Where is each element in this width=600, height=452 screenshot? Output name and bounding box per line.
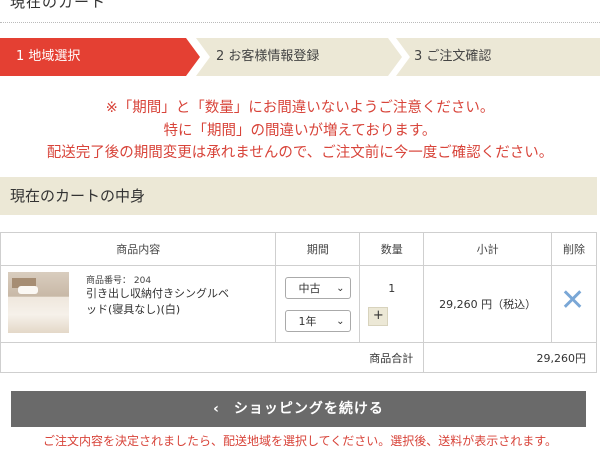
- total-label: 商品合計: [0, 342, 425, 373]
- chevron-down-icon: ⌄: [336, 283, 345, 294]
- period-select-value: 1年: [298, 315, 317, 328]
- item-cell: 商品番号： 204 引き出し収納付きシングルベッド(寝具なし)(白): [0, 265, 277, 343]
- column-header-delete: 削除: [551, 232, 597, 266]
- warning-line-2: 特に「期間」の間違いが増えております。: [163, 123, 437, 139]
- delete-cell: ✕: [551, 265, 597, 343]
- quantity-value: 1: [388, 282, 396, 295]
- subtotal-cell: 29,260 円（税込）: [423, 265, 553, 343]
- quantity-increase-button[interactable]: +: [368, 307, 389, 326]
- total-row: 商品合計 29,260円: [0, 342, 597, 373]
- condition-select[interactable]: 中古 ⌄: [285, 277, 352, 299]
- item-name-link[interactable]: 引き出し収納付きシングルベッド(寝具なし)(白): [86, 286, 236, 318]
- item-number: 商品番号： 204: [86, 276, 152, 286]
- checkout-steps: 1 地域選択 2 お客様情報登録 3 ご注文確認: [0, 38, 600, 76]
- cart-heading: 現在のカートの中身: [0, 177, 597, 215]
- quantity-cell: 1 +: [359, 265, 425, 343]
- table-row: 商品番号： 204 引き出し収納付きシングルベッド(寝具なし)(白) 中古 ⌄ …: [0, 265, 597, 343]
- column-header-subtotal: 小計: [423, 232, 553, 266]
- column-header-quantity: 数量: [359, 232, 425, 266]
- total-value: 29,260円: [423, 342, 597, 373]
- continue-shopping-button[interactable]: ‹ ショッピングを続ける: [11, 391, 586, 427]
- warning-line-3: 配送完了後の期間変更は承れませんので、ご注文前に今一度ご確認ください。: [46, 145, 554, 161]
- shipping-note: ご注文内容を決定されましたら、配送地域を選択してください。選択後、送料が表示され…: [42, 434, 558, 448]
- column-header-item: 商品内容: [0, 232, 277, 266]
- cart-table: 商品内容 期間 数量 小計 削除 商品番号： 204 引き出し収納付きシングルベ…: [0, 232, 597, 373]
- period-cell: 中古 ⌄ 1年 ⌄: [275, 265, 361, 343]
- product-thumbnail[interactable]: [8, 272, 69, 333]
- step-region-select[interactable]: 1 地域選択: [0, 38, 200, 76]
- bed-pillow-shape: [18, 286, 38, 294]
- period-select[interactable]: 1年 ⌄: [285, 310, 352, 332]
- delete-icon[interactable]: ✕: [560, 286, 585, 316]
- chevron-down-icon: ⌄: [336, 316, 345, 327]
- step-customer-info[interactable]: 2 お客様情報登録: [196, 38, 402, 76]
- condition-select-value: 中古: [298, 282, 321, 295]
- step-order-confirm[interactable]: 3 ご注文確認: [396, 38, 600, 76]
- cart-header-row: 商品内容 期間 数量 小計 削除: [0, 232, 597, 266]
- page-title: 現在のカート: [10, 0, 107, 11]
- page-header: 現在のカート: [0, 0, 600, 23]
- warning-line-1: ※「期間」と「数量」にお間違いないようご注意ください。: [105, 100, 495, 116]
- column-header-period: 期間: [275, 232, 361, 266]
- chevron-left-icon: ‹: [213, 401, 220, 417]
- continue-shopping-label: ショッピングを続ける: [233, 401, 384, 417]
